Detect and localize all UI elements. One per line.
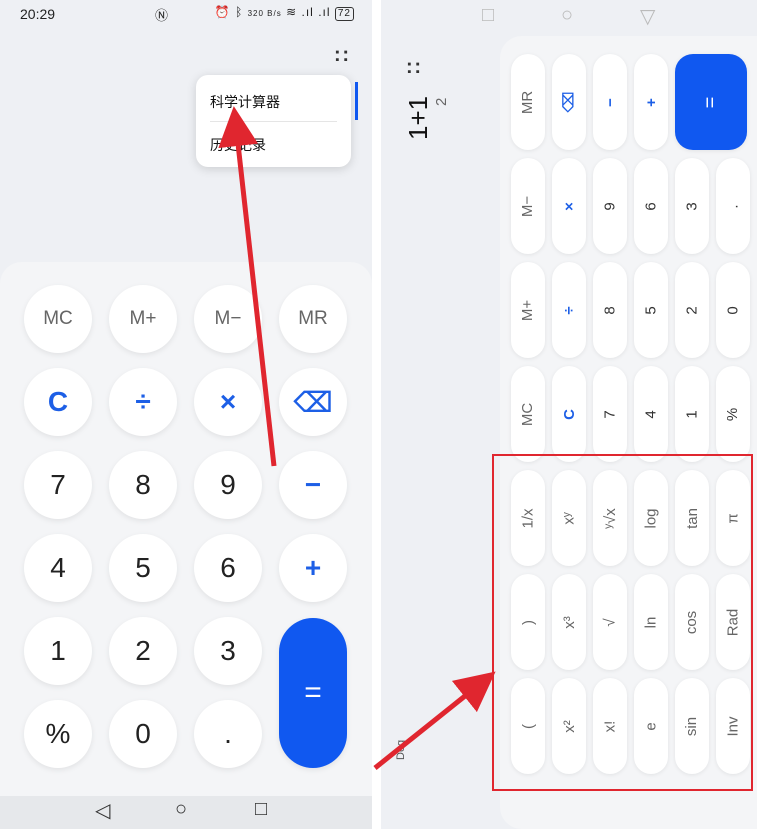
arrow-to-scientific-menu [218, 106, 277, 467]
arrow-to-scientific-keys [373, 671, 496, 770]
annotation-arrows [218, 106, 496, 770]
